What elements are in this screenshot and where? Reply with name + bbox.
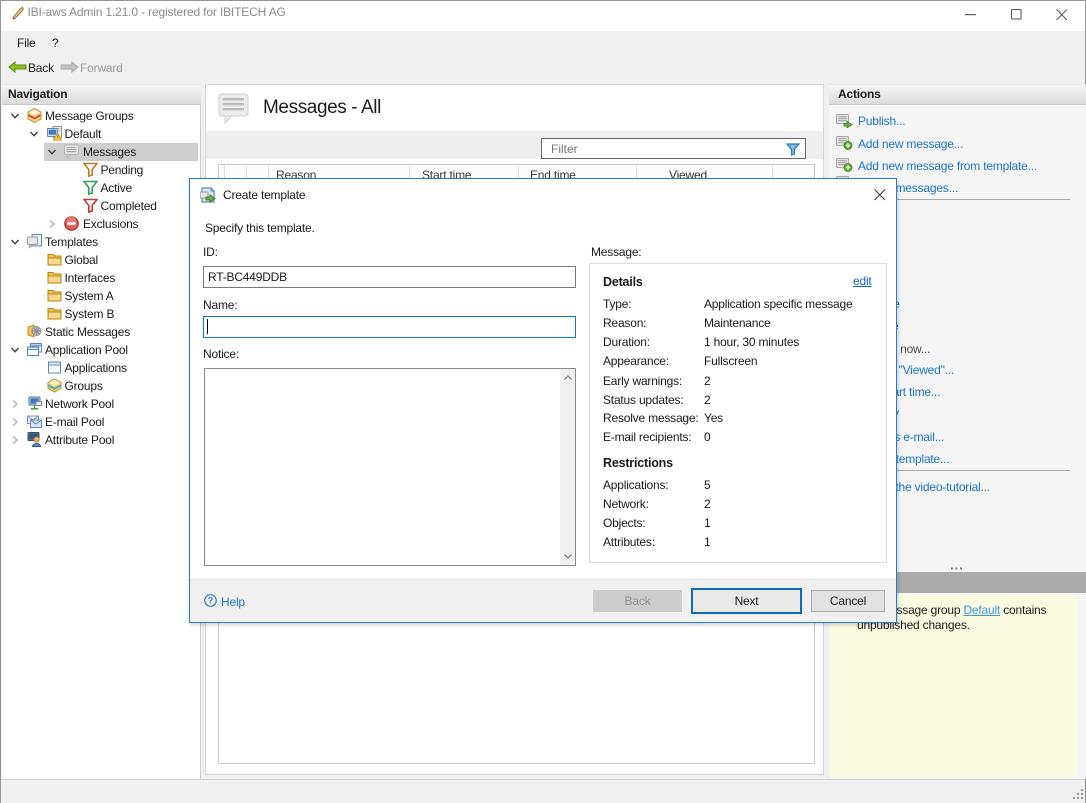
svg-text:?: ? (208, 596, 214, 606)
